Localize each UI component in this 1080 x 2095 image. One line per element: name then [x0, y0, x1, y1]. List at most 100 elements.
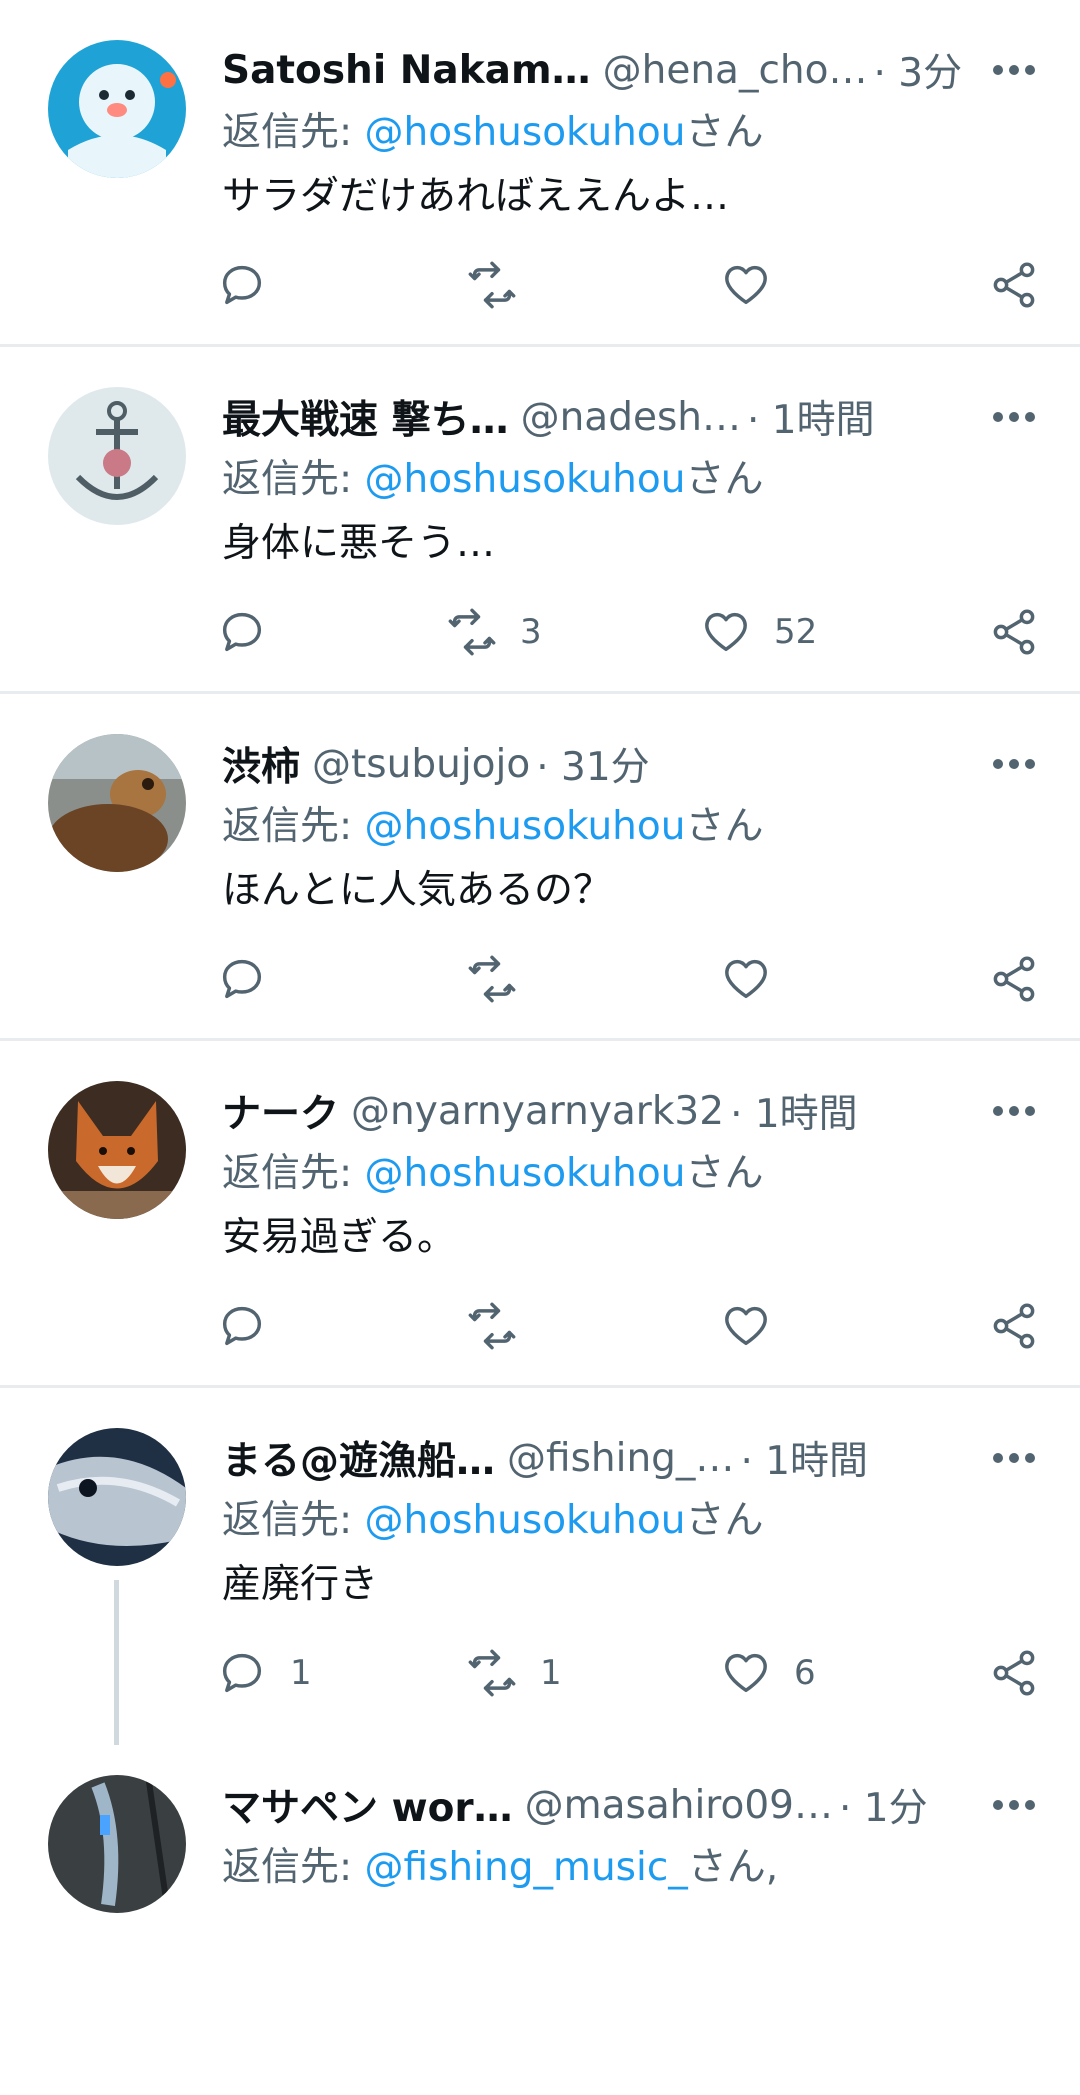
- share-button[interactable]: [988, 255, 1040, 315]
- tweet-header: Satoshi Nakam… @hena_cho… · 3分: [222, 40, 1044, 100]
- avatar[interactable]: [48, 40, 186, 178]
- reply-mention-link[interactable]: @hoshusokuhou: [365, 457, 686, 502]
- reply-button[interactable]: 1: [216, 1643, 312, 1703]
- timestamp[interactable]: · 31分: [536, 736, 649, 792]
- more-icon[interactable]: [984, 387, 1044, 447]
- display-name[interactable]: 渋柿: [222, 736, 300, 792]
- avatar-image: [48, 387, 186, 525]
- avatar-image: [48, 734, 186, 872]
- user-handle[interactable]: @hena_cho…: [603, 48, 868, 93]
- heart-icon: [705, 612, 747, 652]
- reply-suffix: さん: [685, 1151, 764, 1196]
- share-button[interactable]: [988, 1296, 1040, 1356]
- share-button[interactable]: [988, 602, 1040, 662]
- reply-icon: [222, 1653, 262, 1693]
- like-button[interactable]: 52: [700, 602, 817, 662]
- timestamp[interactable]: · 1時間: [747, 389, 875, 445]
- avatar[interactable]: [48, 1428, 186, 1566]
- retweet-button[interactable]: [466, 949, 540, 1009]
- more-icon[interactable]: [984, 1775, 1044, 1835]
- display-name[interactable]: まる@遊漁船…: [222, 1430, 495, 1486]
- tweet-text: サラダだけあればええんよ…: [222, 174, 730, 219]
- tweet-content: 最大戦速 撃ち… @nadesh… · 1時間 返信先: @hoshusokuh…: [222, 387, 1044, 575]
- retweet-button[interactable]: 3: [446, 602, 542, 662]
- like-count: 52: [774, 612, 818, 652]
- reply-button[interactable]: [216, 949, 290, 1009]
- timestamp[interactable]: · 1分: [839, 1777, 928, 1833]
- tweet-text: 安易過ぎる。: [222, 1215, 457, 1260]
- user-handle[interactable]: @masahiro09…: [525, 1783, 833, 1828]
- display-name[interactable]: 最大戦速 撃ち…: [222, 389, 509, 445]
- reply-prefix: 返信先:: [222, 804, 365, 849]
- tweet[interactable]: Satoshi Nakam… @hena_cho… · 3分 返信先: @hos…: [0, 0, 1080, 347]
- retweet-count: 1: [540, 1653, 562, 1693]
- reply-to: 返信先: @fishing_music_さん,: [222, 1835, 1044, 1901]
- reply-button[interactable]: [216, 602, 290, 662]
- reply-to: 返信先: @hoshusokuhouさん: [222, 1141, 1044, 1207]
- reply-to: 返信先: @hoshusokuhouさん: [222, 447, 1044, 513]
- retweet-icon: [468, 261, 516, 309]
- tweet[interactable]: 最大戦速 撃ち… @nadesh… · 1時間 返信先: @hoshusokuh…: [0, 347, 1080, 694]
- display-name[interactable]: Satoshi Nakam…: [222, 48, 591, 93]
- avatar[interactable]: [48, 1081, 186, 1219]
- reply-mention-link[interactable]: @hoshusokuhou: [365, 1151, 686, 1196]
- share-icon: [993, 262, 1035, 308]
- retweet-button[interactable]: 1: [466, 1643, 562, 1703]
- reply-prefix: 返信先:: [222, 1498, 365, 1543]
- avatar-image: [48, 1775, 186, 1913]
- reply-mention-link[interactable]: @hoshusokuhou: [365, 804, 686, 849]
- reply-button[interactable]: [216, 255, 290, 315]
- user-handle[interactable]: @nyarnyarnyark32: [351, 1089, 724, 1134]
- reply-prefix: 返信先:: [222, 1151, 365, 1196]
- reply-suffix: さん: [685, 1498, 764, 1543]
- timestamp[interactable]: · 1時間: [730, 1083, 858, 1139]
- share-button[interactable]: [988, 949, 1040, 1009]
- timestamp[interactable]: · 1時間: [740, 1430, 868, 1486]
- reply-suffix: さん: [685, 457, 764, 502]
- tweet[interactable]: まる@遊漁船… @fishing_… · 1時間 返信先: @hoshusoku…: [0, 1388, 1080, 1745]
- like-button[interactable]: [720, 255, 794, 315]
- retweet-icon: [468, 1302, 516, 1350]
- retweet-button[interactable]: [466, 255, 540, 315]
- tweet-header: 最大戦速 撃ち… @nadesh… · 1時間: [222, 387, 1044, 447]
- user-handle[interactable]: @fishing_…: [507, 1436, 734, 1481]
- reply-to: 返信先: @hoshusokuhouさん: [222, 1488, 1044, 1554]
- reply-mention-link[interactable]: @fishing_music_: [365, 1845, 688, 1890]
- tweet-text: ほんとに人気あるの？: [222, 868, 613, 913]
- retweet-count: 3: [520, 612, 542, 652]
- tweet[interactable]: ナーク @nyarnyarnyark32 · 1時間 返信先: @hoshuso…: [0, 1041, 1080, 1388]
- like-button[interactable]: 6: [720, 1643, 816, 1703]
- tweet-content: Satoshi Nakam… @hena_cho… · 3分 返信先: @hos…: [222, 40, 1044, 228]
- share-button[interactable]: [988, 1643, 1040, 1703]
- reply-mention-link[interactable]: @hoshusokuhou: [365, 1498, 686, 1543]
- reply-icon: [222, 959, 262, 999]
- share-icon: [993, 956, 1035, 1002]
- like-button[interactable]: [720, 1296, 794, 1356]
- tweet[interactable]: 渋柿 @tsubujojo · 31分 返信先: @hoshusokuhouさん…: [0, 694, 1080, 1041]
- action-bar: 1 1 6: [216, 1643, 1040, 1703]
- display-name[interactable]: マサペン wor…: [222, 1777, 513, 1833]
- heart-icon: [725, 959, 767, 999]
- reply-prefix: 返信先:: [222, 110, 365, 155]
- retweet-button[interactable]: [466, 1296, 540, 1356]
- avatar-image: [48, 40, 186, 178]
- timestamp[interactable]: · 3分: [873, 42, 962, 98]
- reply-icon: [222, 612, 262, 652]
- tweet[interactable]: マサペン wor… @masahiro09… · 1分 返信先: @fishin…: [0, 1735, 1080, 2095]
- display-name[interactable]: ナーク: [222, 1083, 339, 1139]
- user-handle[interactable]: @nadesh…: [521, 395, 741, 440]
- avatar[interactable]: [48, 1775, 186, 1913]
- more-icon[interactable]: [984, 734, 1044, 794]
- user-handle[interactable]: @tsubujojo: [312, 742, 530, 787]
- thread-line: [114, 1580, 119, 1745]
- like-button[interactable]: [720, 949, 794, 1009]
- more-icon[interactable]: [984, 1428, 1044, 1488]
- more-icon[interactable]: [984, 40, 1044, 100]
- reply-prefix: 返信先:: [222, 457, 365, 502]
- reply-button[interactable]: [216, 1296, 290, 1356]
- heart-icon: [725, 1306, 767, 1346]
- avatar[interactable]: [48, 387, 186, 525]
- more-icon[interactable]: [984, 1081, 1044, 1141]
- avatar[interactable]: [48, 734, 186, 872]
- reply-mention-link[interactable]: @hoshusokuhou: [365, 110, 686, 155]
